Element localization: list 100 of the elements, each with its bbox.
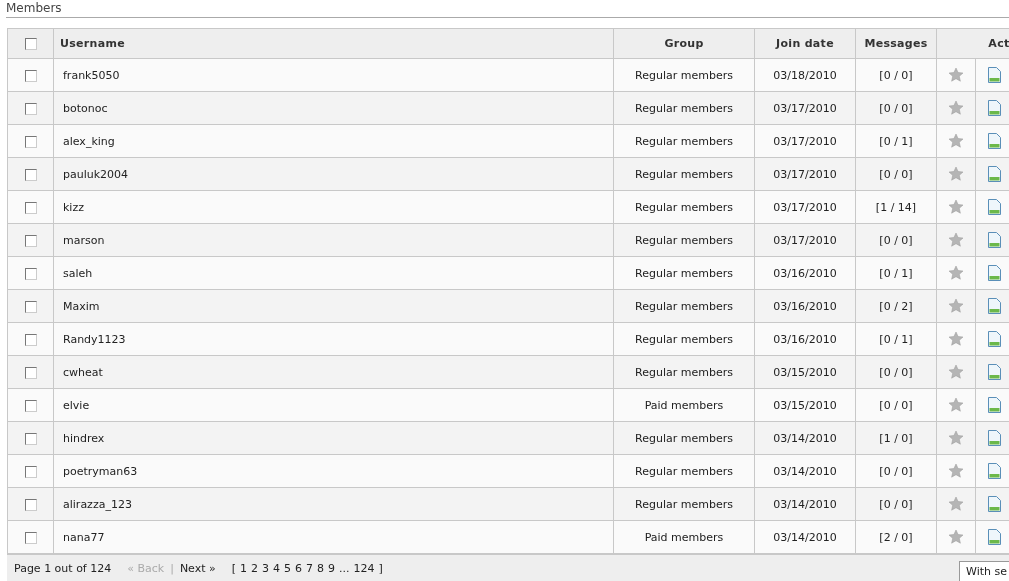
messages-cell: [0 / 0] xyxy=(855,454,937,488)
star-icon[interactable] xyxy=(948,133,964,149)
messages-cell: [0 / 0] xyxy=(855,355,937,389)
separator: | xyxy=(170,561,174,575)
messages-cell: [1 / 14] xyxy=(855,190,937,224)
page-link[interactable]: 3 xyxy=(262,561,270,575)
messages-cell: [0 / 0] xyxy=(855,58,937,92)
username-cell: botonoc xyxy=(53,91,614,125)
star-icon[interactable] xyxy=(948,100,964,116)
checkbox[interactable] xyxy=(24,38,37,50)
username-cell: Maxim xyxy=(53,289,614,323)
checkbox[interactable] xyxy=(24,498,37,511)
document-icon[interactable] xyxy=(988,100,1001,116)
group-cell: Regular members xyxy=(613,58,755,92)
star-icon[interactable] xyxy=(948,529,964,545)
username-cell: elvie xyxy=(53,388,614,422)
column-header: Username xyxy=(53,28,614,59)
date-cell: 03/17/2010 xyxy=(754,223,856,257)
date-cell: 03/15/2010 xyxy=(754,388,856,422)
document-icon[interactable] xyxy=(988,265,1001,281)
star-icon[interactable] xyxy=(948,364,964,380)
username-cell: kizz xyxy=(53,190,614,224)
checkbox[interactable] xyxy=(24,69,37,82)
star-icon[interactable] xyxy=(948,298,964,314)
page-link[interactable]: 8 xyxy=(317,561,325,575)
bulk-action-dropdown[interactable]: With se xyxy=(959,561,1009,581)
checkbox[interactable] xyxy=(24,366,37,379)
messages-cell: [1 / 0] xyxy=(855,421,937,455)
group-cell: Regular members xyxy=(613,355,755,389)
document-icon[interactable] xyxy=(988,430,1001,446)
messages-cell: [0 / 0] xyxy=(855,223,937,257)
group-cell: Paid members xyxy=(613,520,755,554)
column-header: Act xyxy=(936,28,1009,59)
username-cell: alex_king xyxy=(53,124,614,158)
group-cell: Regular members xyxy=(613,190,755,224)
group-cell: Regular members xyxy=(613,322,755,356)
checkbox[interactable] xyxy=(24,531,37,544)
document-icon[interactable] xyxy=(988,331,1001,347)
date-cell: 03/14/2010 xyxy=(754,520,856,554)
document-icon[interactable] xyxy=(988,364,1001,380)
checkbox[interactable] xyxy=(24,399,37,412)
document-icon[interactable] xyxy=(988,166,1001,182)
checkbox[interactable] xyxy=(24,333,37,346)
bracket: [ xyxy=(231,561,237,575)
section-title: Members xyxy=(6,0,1009,18)
page-link[interactable]: 9 xyxy=(328,561,336,575)
document-icon[interactable] xyxy=(988,133,1001,149)
page-link[interactable]: 124 xyxy=(353,561,375,575)
document-icon[interactable] xyxy=(988,397,1001,413)
messages-cell: [0 / 1] xyxy=(855,322,937,356)
group-cell: Regular members xyxy=(613,454,755,488)
star-icon[interactable] xyxy=(948,67,964,83)
document-icon[interactable] xyxy=(988,463,1001,479)
checkbox[interactable] xyxy=(24,102,37,115)
star-icon[interactable] xyxy=(948,496,964,512)
checkbox[interactable] xyxy=(24,234,37,247)
star-icon[interactable] xyxy=(948,331,964,347)
page-link[interactable]: 6 xyxy=(295,561,303,575)
document-icon[interactable] xyxy=(988,199,1001,215)
document-icon[interactable] xyxy=(988,298,1001,314)
checkbox[interactable] xyxy=(24,465,37,478)
messages-cell: [0 / 0] xyxy=(855,487,937,521)
date-cell: 03/14/2010 xyxy=(754,421,856,455)
star-icon[interactable] xyxy=(948,199,964,215)
date-cell: 03/16/2010 xyxy=(754,256,856,290)
messages-cell: [0 / 0] xyxy=(855,388,937,422)
messages-cell: [0 / 2] xyxy=(855,289,937,323)
date-cell: 03/17/2010 xyxy=(754,124,856,158)
page-link[interactable]: 7 xyxy=(306,561,314,575)
page-link[interactable]: 5 xyxy=(284,561,292,575)
page-link[interactable]: 4 xyxy=(273,561,281,575)
document-icon[interactable] xyxy=(988,67,1001,83)
group-cell: Regular members xyxy=(613,157,755,191)
document-icon[interactable] xyxy=(988,232,1001,248)
star-icon[interactable] xyxy=(948,166,964,182)
star-icon[interactable] xyxy=(948,232,964,248)
date-cell: 03/17/2010 xyxy=(754,157,856,191)
document-icon[interactable] xyxy=(988,496,1001,512)
checkbox[interactable] xyxy=(24,267,37,280)
date-cell: 03/14/2010 xyxy=(754,487,856,521)
document-icon[interactable] xyxy=(988,529,1001,545)
username-cell: nana77 xyxy=(53,520,614,554)
star-icon[interactable] xyxy=(948,463,964,479)
date-cell: 03/16/2010 xyxy=(754,322,856,356)
page-link[interactable]: ... xyxy=(339,561,350,575)
checkbox[interactable] xyxy=(24,300,37,313)
checkbox[interactable] xyxy=(24,135,37,148)
username-cell: poetryman63 xyxy=(53,454,614,488)
group-cell: Paid members xyxy=(613,388,755,422)
next-link[interactable]: Next » xyxy=(179,561,216,575)
page-link[interactable]: 2 xyxy=(251,561,259,575)
group-cell: Regular members xyxy=(613,487,755,521)
checkbox[interactable] xyxy=(24,168,37,181)
page-link[interactable]: 1 xyxy=(240,561,248,575)
star-icon[interactable] xyxy=(948,397,964,413)
username-cell: hindrex xyxy=(53,421,614,455)
star-icon[interactable] xyxy=(948,265,964,281)
star-icon[interactable] xyxy=(948,430,964,446)
checkbox[interactable] xyxy=(24,432,37,445)
checkbox[interactable] xyxy=(24,201,37,214)
